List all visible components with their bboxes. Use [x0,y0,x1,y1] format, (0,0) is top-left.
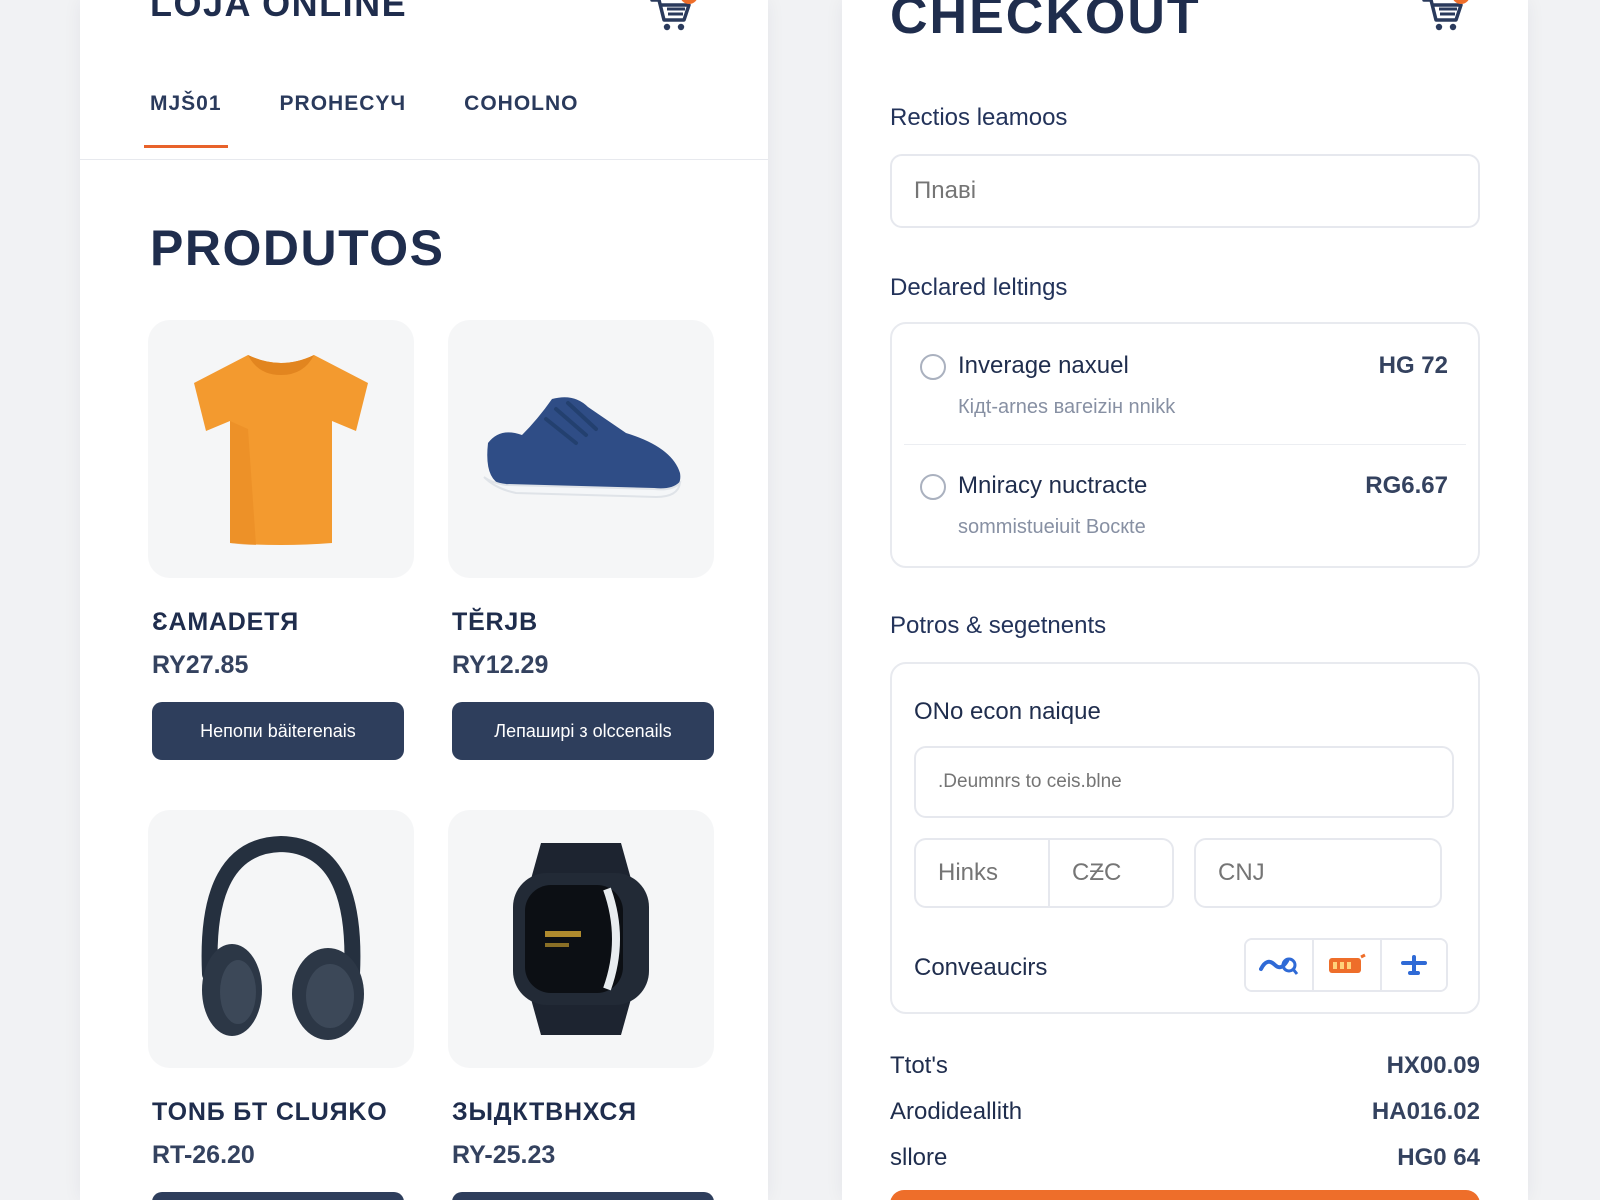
store-panel: LOJA ONLINE 1 MJŠ01 PROHECYЧ COHOLNO PRO… [80,0,768,1200]
cnj-input[interactable] [1194,838,1442,908]
product-card: ЗЫДКТВНХСЯ RY-25.23 [448,810,714,1200]
summary-row: sllore HG0 64 [890,1144,1480,1184]
product-price: RY-25.23 [452,1141,556,1169]
radio-button[interactable] [920,354,946,380]
tab-prohecy[interactable]: PROHECYЧ [280,92,407,146]
summary-value: HX00.09 [1386,1052,1480,1079]
product-image-smartwatch[interactable] [448,810,714,1068]
summary-label: Ttot's [890,1052,948,1079]
product-card: TONБ БT CLUЯKO RT-26.20 [148,810,414,1200]
radio-button[interactable] [920,474,946,500]
tab-divider [80,159,768,160]
product-card: ƐAMADETЯ RY27.85 Непопи bäiterenais [148,320,414,760]
summary-row: Ttot's HX00.09 [890,1052,1480,1092]
product-price: RT-26.20 [152,1141,255,1169]
product-price: RY12.29 [452,651,549,679]
name-section-label: Rectios leamoos [890,104,1068,131]
add-to-cart-button[interactable]: Непопи bäiterenais [152,702,404,760]
delivery-option[interactable]: Inverage naxuel Кідt-arnes вагеіzін nnik… [892,324,1478,444]
summary-label: sllore [890,1144,948,1171]
product-price: RY27.85 [152,651,249,679]
payment-section-label: Potros & segetnents [890,612,1107,639]
payment-box-title: ONo econ naique [914,698,1101,725]
summary-value: HG0 64 [1397,1144,1480,1171]
cart-icon [1422,0,1463,31]
checkout-panel: CHECKOUT 1 Rectios leamoos Declared lelt… [842,0,1528,1200]
summary-value: HA016.02 [1371,1098,1480,1125]
delivery-option-price: RG6.67 [1365,472,1448,499]
conveyors-label: Conveaucirs [914,954,1048,981]
sneaker-icon [483,397,682,499]
checkout-title: CHECKOUT [890,0,1201,45]
category-tabs: MJŠ01 PROHECYЧ COHOLNO [144,92,578,148]
product-name: TĔRJB [452,608,538,636]
card-brand-plane-icon[interactable] [1382,940,1446,990]
payment-box: ONo econ naique Conveaucirs [890,662,1480,1014]
delivery-option-name: Mniracy nuctracte [958,472,1148,499]
delivery-option-desc: sommistueiuit Bocкte [958,516,1146,538]
tab-mjs01[interactable]: MJŠ01 [144,92,228,148]
confirm-order-button[interactable] [890,1190,1480,1200]
tab-coholno[interactable]: COHOLNO [464,92,578,146]
product-name: ƐAMADETЯ [152,608,299,636]
delivery-options: Inverage naxuel Кідt-arnes вагеіzін nnik… [890,322,1480,568]
product-image-tshirt[interactable] [148,320,414,578]
card-number-input[interactable] [914,746,1454,818]
product-image-sneaker[interactable] [448,320,714,578]
card-brand-orange-icon[interactable] [1314,940,1382,990]
card-brand-blue-icon[interactable] [1246,940,1314,990]
store-title: LOJA ONLINE [150,0,408,24]
headphones-icon [201,835,364,1040]
cart-icon [650,0,691,31]
delivery-option-name: Inverage naxuel [958,352,1129,379]
name-input[interactable] [890,154,1480,228]
delivery-option[interactable]: Mniracy nuctracte sommistueiuit Bocкte R… [892,444,1478,564]
summary-row: Arodideallith HA016.02 [890,1098,1480,1138]
summary-label: Arodideallith [890,1098,1023,1125]
smartwatch-icon [513,843,649,1035]
cart-button[interactable]: 1 [650,0,698,34]
cvc-input[interactable] [1048,838,1174,908]
product-card: TĔRJB RY12.29 Лепаширі з olccenails [448,320,714,760]
product-name: TONБ БT CLUЯKO [152,1098,388,1126]
product-image-headphones[interactable] [148,810,414,1068]
add-to-cart-button[interactable]: Лепаширі з olccenails [452,702,714,760]
add-to-cart-button[interactable] [452,1192,714,1200]
add-to-cart-button[interactable] [152,1192,404,1200]
product-name: ЗЫДКТВНХСЯ [452,1098,637,1126]
tshirt-icon [194,355,368,545]
delivery-option-price: HG 72 [1378,352,1448,379]
section-title: PRODUTOS [150,220,445,276]
delivery-option-desc: Кідt-arnes вагеіzін nnikk [958,396,1176,418]
card-brand-selector [1244,938,1448,992]
delivery-section-label: Declared leltings [890,274,1068,301]
cart-button[interactable]: 1 [1422,0,1470,34]
expiry-input[interactable] [914,838,1050,908]
